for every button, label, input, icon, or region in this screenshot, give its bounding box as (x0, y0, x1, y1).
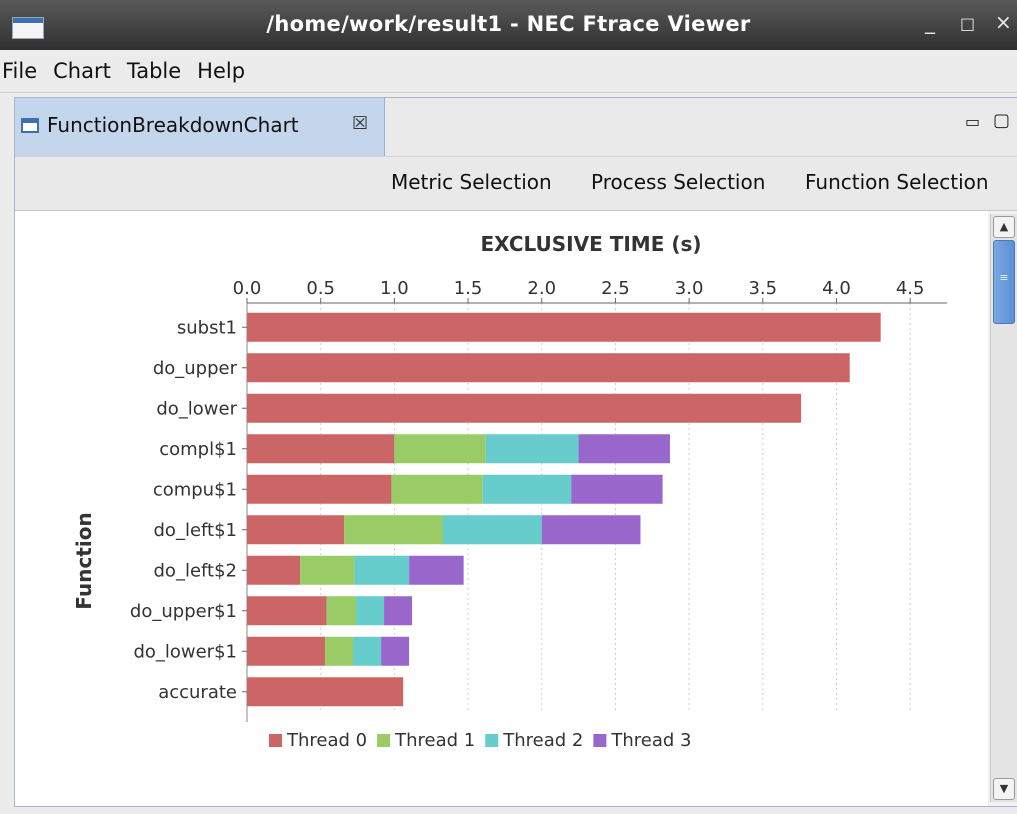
bar-segment (344, 515, 443, 545)
y-axis-label: Function (72, 512, 96, 609)
metric-selection-button[interactable]: Metric Selection (391, 170, 552, 194)
menu-file[interactable]: File (0, 50, 45, 92)
view-tab-strip: FunctionBreakdownChart ☒ ▭ ▢ (15, 98, 1017, 156)
window-close-button[interactable]: × (995, 10, 1012, 34)
scroll-down-icon[interactable]: ▼ (993, 778, 1015, 800)
vertical-scrollbar[interactable]: ▲ ≡ ▼ (990, 214, 1017, 802)
bar-segment (485, 434, 579, 464)
view-maximize-icon[interactable]: ▢ (993, 110, 1010, 131)
x-tick-label: 3.5 (748, 278, 777, 299)
app-window: /home/work/result1 - NEC Ftrace Viewer _… (0, 0, 1017, 814)
x-tick-label: 1.5 (454, 278, 483, 299)
bar-segment (571, 474, 663, 504)
x-tick-label: 4.5 (896, 278, 925, 299)
chart-legend: Thread 0 Thread 1 Thread 2 Thread 3 (269, 730, 692, 751)
legend-label: Thread 1 (394, 730, 475, 751)
title-bar: /home/work/result1 - NEC Ftrace Viewer _… (0, 0, 1017, 50)
process-selection-button[interactable]: Process Selection (591, 170, 765, 194)
chart-toolbar: Metric Selection Process Selection Funct… (15, 156, 1017, 211)
y-tick-label: do_lower (156, 398, 237, 419)
x-tick-label: 0.0 (233, 278, 262, 299)
x-tick-label: 3.0 (675, 278, 704, 299)
menu-bar: File Chart Table Help (0, 50, 1017, 93)
legend-label: Thread 2 (502, 730, 583, 751)
function-breakdown-chart: EXCLUSIVE TIME (s) Function 0.0 0.5 1.0 1.5… (72, 232, 947, 751)
legend-label: Thread 0 (286, 730, 367, 751)
bar-segment (356, 596, 385, 626)
y-tick-label: compl$1 (159, 439, 237, 460)
y-tick-label: do_upper (153, 358, 238, 379)
bar-segment (354, 555, 410, 585)
bar-segment (247, 636, 326, 666)
bar-segment (394, 434, 486, 464)
y-tick-label: accurate (158, 682, 237, 703)
scroll-thumb[interactable]: ≡ (993, 240, 1015, 324)
window-maximize-button[interactable]: □ (960, 14, 975, 33)
bar-segment (247, 312, 881, 342)
function-selection-button[interactable]: Function Selection (805, 170, 989, 194)
view-minimize-icon[interactable]: ▭ (965, 112, 980, 131)
bar-segment (409, 555, 464, 585)
window-title: /home/work/result1 - NEC Ftrace Viewer (266, 12, 751, 36)
bar-segment (247, 474, 392, 504)
menu-chart[interactable]: Chart (45, 50, 119, 92)
bar-segment (326, 596, 357, 626)
x-tick-label: 2.5 (601, 278, 630, 299)
bar-segment (247, 596, 327, 626)
menu-help[interactable]: Help (189, 50, 253, 92)
bar-segment (247, 353, 850, 383)
y-tick-label: do_left$2 (154, 560, 238, 581)
legend-swatch (593, 734, 607, 747)
bar-segment (247, 515, 345, 545)
bar-segment (384, 596, 413, 626)
bar-segment (247, 677, 404, 707)
window-minimize-button[interactable]: _ (925, 10, 935, 34)
chart-canvas: EXCLUSIVE TIME (s) Function 0.0 0.5 1.0 1.5… (15, 211, 988, 806)
legend-swatch (269, 734, 282, 747)
y-tick-label: do_left$1 (154, 520, 238, 541)
legend-swatch (377, 734, 391, 747)
tab-function-breakdown-chart[interactable]: FunctionBreakdownChart ☒ (15, 98, 385, 156)
bar-segment (247, 434, 395, 464)
view-window-icon (21, 118, 39, 133)
tab-label: FunctionBreakdownChart (47, 113, 299, 137)
bar-segment (247, 555, 301, 585)
bar-segment (353, 636, 382, 666)
bar-segment (443, 515, 542, 545)
legend-swatch (485, 734, 499, 747)
bar-segment (300, 555, 355, 585)
menu-table[interactable]: Table (119, 50, 189, 92)
bar-segment (541, 515, 641, 545)
chart-view: FunctionBreakdownChart ☒ ▭ ▢ Metric Sele… (14, 97, 1017, 807)
x-tick-label: 4.0 (822, 278, 851, 299)
bar-segment (391, 474, 483, 504)
y-tick-label: compu$1 (153, 479, 237, 500)
bar-segment (578, 434, 670, 464)
chart-bars (247, 312, 881, 707)
x-tick-label: 2.0 (527, 278, 556, 299)
x-tick-label: 1.0 (380, 278, 409, 299)
bar-segment (247, 393, 802, 423)
bar-segment (482, 474, 572, 504)
chart-title: EXCLUSIVE TIME (s) (480, 232, 701, 256)
scroll-up-icon[interactable]: ▲ (993, 216, 1015, 238)
y-tick-label: do_upper$1 (130, 601, 237, 622)
y-tick-label: subst1 (177, 317, 237, 338)
bar-segment (325, 636, 354, 666)
tab-close-icon[interactable]: ☒ (352, 113, 368, 134)
y-tick-label: do_lower$1 (133, 641, 237, 662)
legend-label: Thread 3 (610, 730, 691, 751)
bar-segment (381, 636, 410, 666)
x-tick-label: 0.5 (306, 278, 335, 299)
